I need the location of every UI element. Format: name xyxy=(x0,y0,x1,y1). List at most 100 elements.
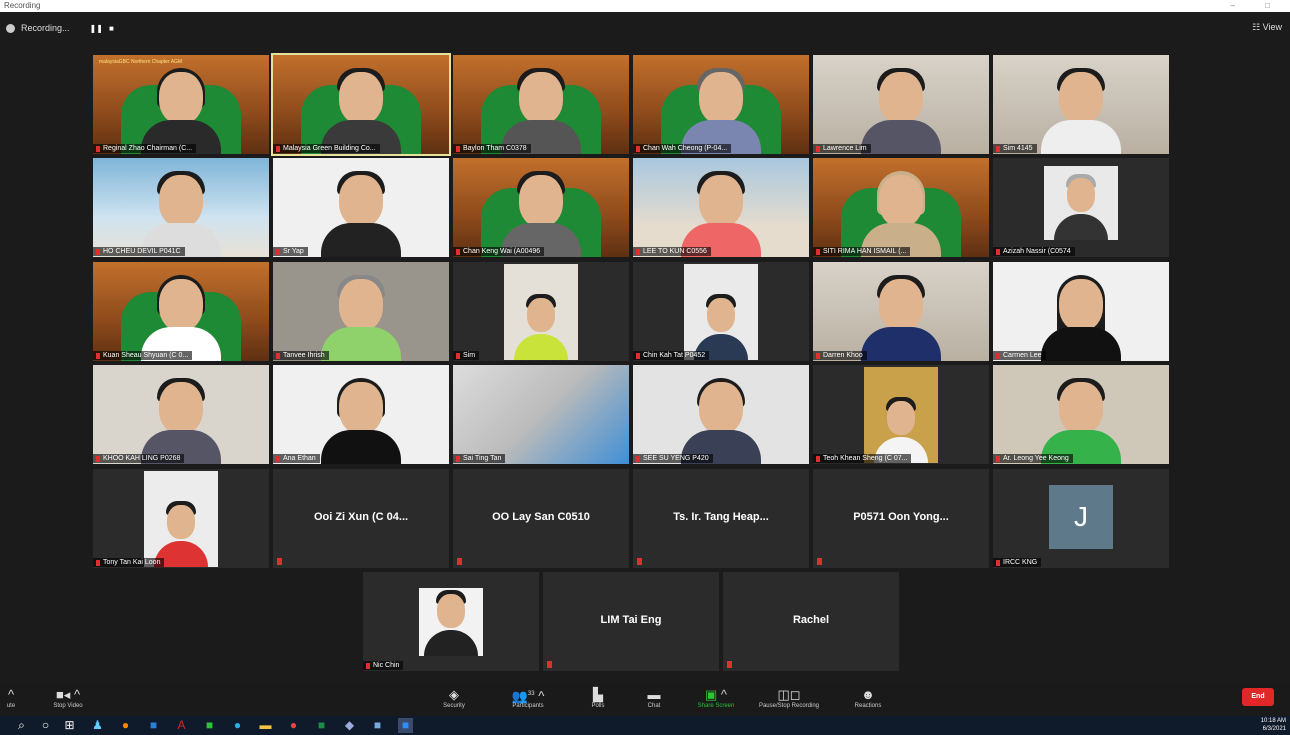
acrobat-icon[interactable]: A xyxy=(174,718,189,733)
participant-figure xyxy=(319,167,403,257)
muted-mic-icon xyxy=(727,661,732,668)
video-tile[interactable]: J IRCC KNG xyxy=(993,469,1169,568)
photos-icon[interactable]: ■ xyxy=(370,718,385,733)
app-green-icon[interactable]: ■ xyxy=(202,718,217,733)
stop-video-label: Stop Video xyxy=(53,703,83,709)
muted-mic-icon xyxy=(817,558,822,565)
pause-recording-button[interactable]: ❚❚ xyxy=(90,24,103,33)
outlook-icon[interactable]: ■ xyxy=(146,718,161,733)
participant-figure xyxy=(319,374,403,464)
avatar: J xyxy=(1049,485,1113,549)
zoom-icon[interactable]: ■ xyxy=(398,718,413,733)
video-tile[interactable]: Sim xyxy=(453,262,629,361)
participant-figure xyxy=(1039,271,1123,361)
chat-icon: ▬ xyxy=(647,687,661,702)
unmute-button[interactable]: ^ ute xyxy=(0,686,22,716)
participant-figure xyxy=(319,64,403,154)
reactions-button[interactable]: ☻ Reactions xyxy=(848,686,888,716)
polls-button[interactable]: ▙ Polls xyxy=(584,686,612,716)
edge-icon[interactable]: ● xyxy=(230,718,245,733)
chat-button[interactable]: ▬ Chat xyxy=(640,686,668,716)
shield-icon: ◈ xyxy=(449,687,459,702)
participant-name: Tanvee Ihrish xyxy=(273,351,329,360)
video-tile[interactable]: SEE SU YENG P420 xyxy=(633,365,809,464)
video-tile[interactable]: Sim 4145 xyxy=(993,55,1169,154)
video-tile[interactable]: Ar. Leong Yee Keong xyxy=(993,365,1169,464)
stop-recording-button[interactable]: ■ xyxy=(109,24,114,33)
participant-figure xyxy=(154,497,208,567)
video-tile[interactable]: Teoh Khean Sheng (C 07... xyxy=(813,365,989,464)
participant-name: Darren Khoo xyxy=(813,351,867,360)
file-explorer-icon[interactable]: ▬ xyxy=(258,718,273,733)
participant-figure xyxy=(424,586,478,656)
name-only-tile[interactable]: Ooi Zi Xun (C 04... xyxy=(273,469,449,568)
video-tile[interactable]: Baylon Tham C0378 xyxy=(453,55,629,154)
video-tile[interactable]: SITI RIMA HAN ISMAIL (... xyxy=(813,158,989,257)
windows-taskbar: ⌕ ○ ⊞ ♟ ● ■ A ■ ● ▬ ● ■ ◆ ■ ■ 10:18 AM 6… xyxy=(0,716,1290,735)
participant-figure xyxy=(499,64,583,154)
muted-mic-icon xyxy=(547,661,552,668)
chrome-icon[interactable]: ● xyxy=(286,718,301,733)
chat-label: Chat xyxy=(647,703,661,709)
participant-photo xyxy=(1044,166,1118,240)
participant-name: KHOO KAH LING P0268 xyxy=(93,454,185,463)
participants-button[interactable]: 👥33 ^ Participants xyxy=(498,686,558,716)
tool-icon[interactable]: ◆ xyxy=(342,718,357,733)
window-controls[interactable]: – □ xyxy=(1230,0,1284,12)
participant-photo xyxy=(684,264,758,360)
recording-label: Recording... xyxy=(21,23,70,33)
participant-figure xyxy=(679,64,763,154)
share-screen-button[interactable]: ▣ ^ Share Screen xyxy=(688,686,744,716)
participant-figure xyxy=(139,271,223,361)
participant-name: LEE TO KUN C0556 xyxy=(633,247,711,256)
firefox-icon[interactable]: ● xyxy=(118,718,133,733)
stop-video-button[interactable]: ■◂ ^ Stop Video xyxy=(44,686,92,716)
participant-name: SEE SU YENG P420 xyxy=(633,454,713,463)
end-meeting-button[interactable]: End xyxy=(1242,688,1274,706)
cortana-icon[interactable]: ○ xyxy=(38,718,53,733)
video-tile[interactable]: Sr Yap xyxy=(273,158,449,257)
task-view-icon[interactable]: ⊞ xyxy=(62,718,77,733)
video-tile[interactable]: Darren Khoo xyxy=(813,262,989,361)
participant-name: Tony Tan Kai Loon xyxy=(93,558,165,567)
excel-icon[interactable]: ■ xyxy=(314,718,329,733)
pause-recording-toolbar-button[interactable]: ◫◻ Pause/Stop Recording xyxy=(756,686,822,716)
participant-display-name: Ts. Ir. Tang Heap... xyxy=(673,511,769,523)
name-only-tile[interactable]: P0571 Oon Yong... xyxy=(813,469,989,568)
name-only-tile[interactable]: Rachel xyxy=(723,572,899,671)
video-tile[interactable]: HO CHEU DEVIL P041C xyxy=(93,158,269,257)
participant-name: Chan Wah Cheong (P-04... xyxy=(633,144,732,153)
name-only-tile[interactable]: LIM Tai Eng xyxy=(543,572,719,671)
participant-photo xyxy=(144,471,218,567)
video-tile[interactable]: Chan Wah Cheong (P-04... xyxy=(633,55,809,154)
view-label: View xyxy=(1262,22,1282,32)
search-icon[interactable]: ⌕ xyxy=(14,718,29,733)
grid-icon: ☷ xyxy=(1252,22,1263,32)
video-tile[interactable]: Sai Ting Tan xyxy=(453,365,629,464)
system-clock[interactable]: 10:18 AM 6/3/2021 xyxy=(1261,717,1286,733)
video-tile[interactable]: Chan Keng Wai (A00496 xyxy=(453,158,629,257)
video-tile[interactable]: Tanvee Ihrish xyxy=(273,262,449,361)
video-tile[interactable]: Kuan Sheau Shyuan (C 0... xyxy=(93,262,269,361)
video-tile[interactable]: Tony Tan Kai Loon xyxy=(93,469,269,568)
name-only-tile[interactable]: Ts. Ir. Tang Heap... xyxy=(633,469,809,568)
video-tile[interactable]: Chin Kah Tat P0452 xyxy=(633,262,809,361)
video-tile[interactable]: Carmen Lee xyxy=(993,262,1169,361)
participant-photo xyxy=(419,588,483,656)
video-tile[interactable]: Nic Chin xyxy=(363,572,539,671)
people-icon[interactable]: ♟ xyxy=(90,718,105,733)
cloud-icon xyxy=(6,23,15,33)
participant-figure xyxy=(679,374,763,464)
reactions-label: Reactions xyxy=(854,703,882,709)
video-tile-active-speaker[interactable]: Malaysia Green Building Co... xyxy=(271,53,451,156)
name-only-tile[interactable]: OO Lay San C0510 xyxy=(453,469,629,568)
video-tile[interactable]: LEE TO KUN C0556 xyxy=(633,158,809,257)
video-tile[interactable]: Azizah Nassir (C0574 xyxy=(993,158,1169,257)
video-tile[interactable]: malaysiaGBC Northern Chapter AGM Reginal… xyxy=(93,55,269,154)
security-button[interactable]: ◈ Security xyxy=(434,686,474,716)
participant-name: Ana Ethan xyxy=(273,454,320,463)
view-button[interactable]: ☷ View xyxy=(1252,22,1282,33)
video-tile[interactable]: Ana Ethan xyxy=(273,365,449,464)
video-tile[interactable]: KHOO KAH LING P0268 xyxy=(93,365,269,464)
video-tile[interactable]: Lawrence Lim xyxy=(813,55,989,154)
